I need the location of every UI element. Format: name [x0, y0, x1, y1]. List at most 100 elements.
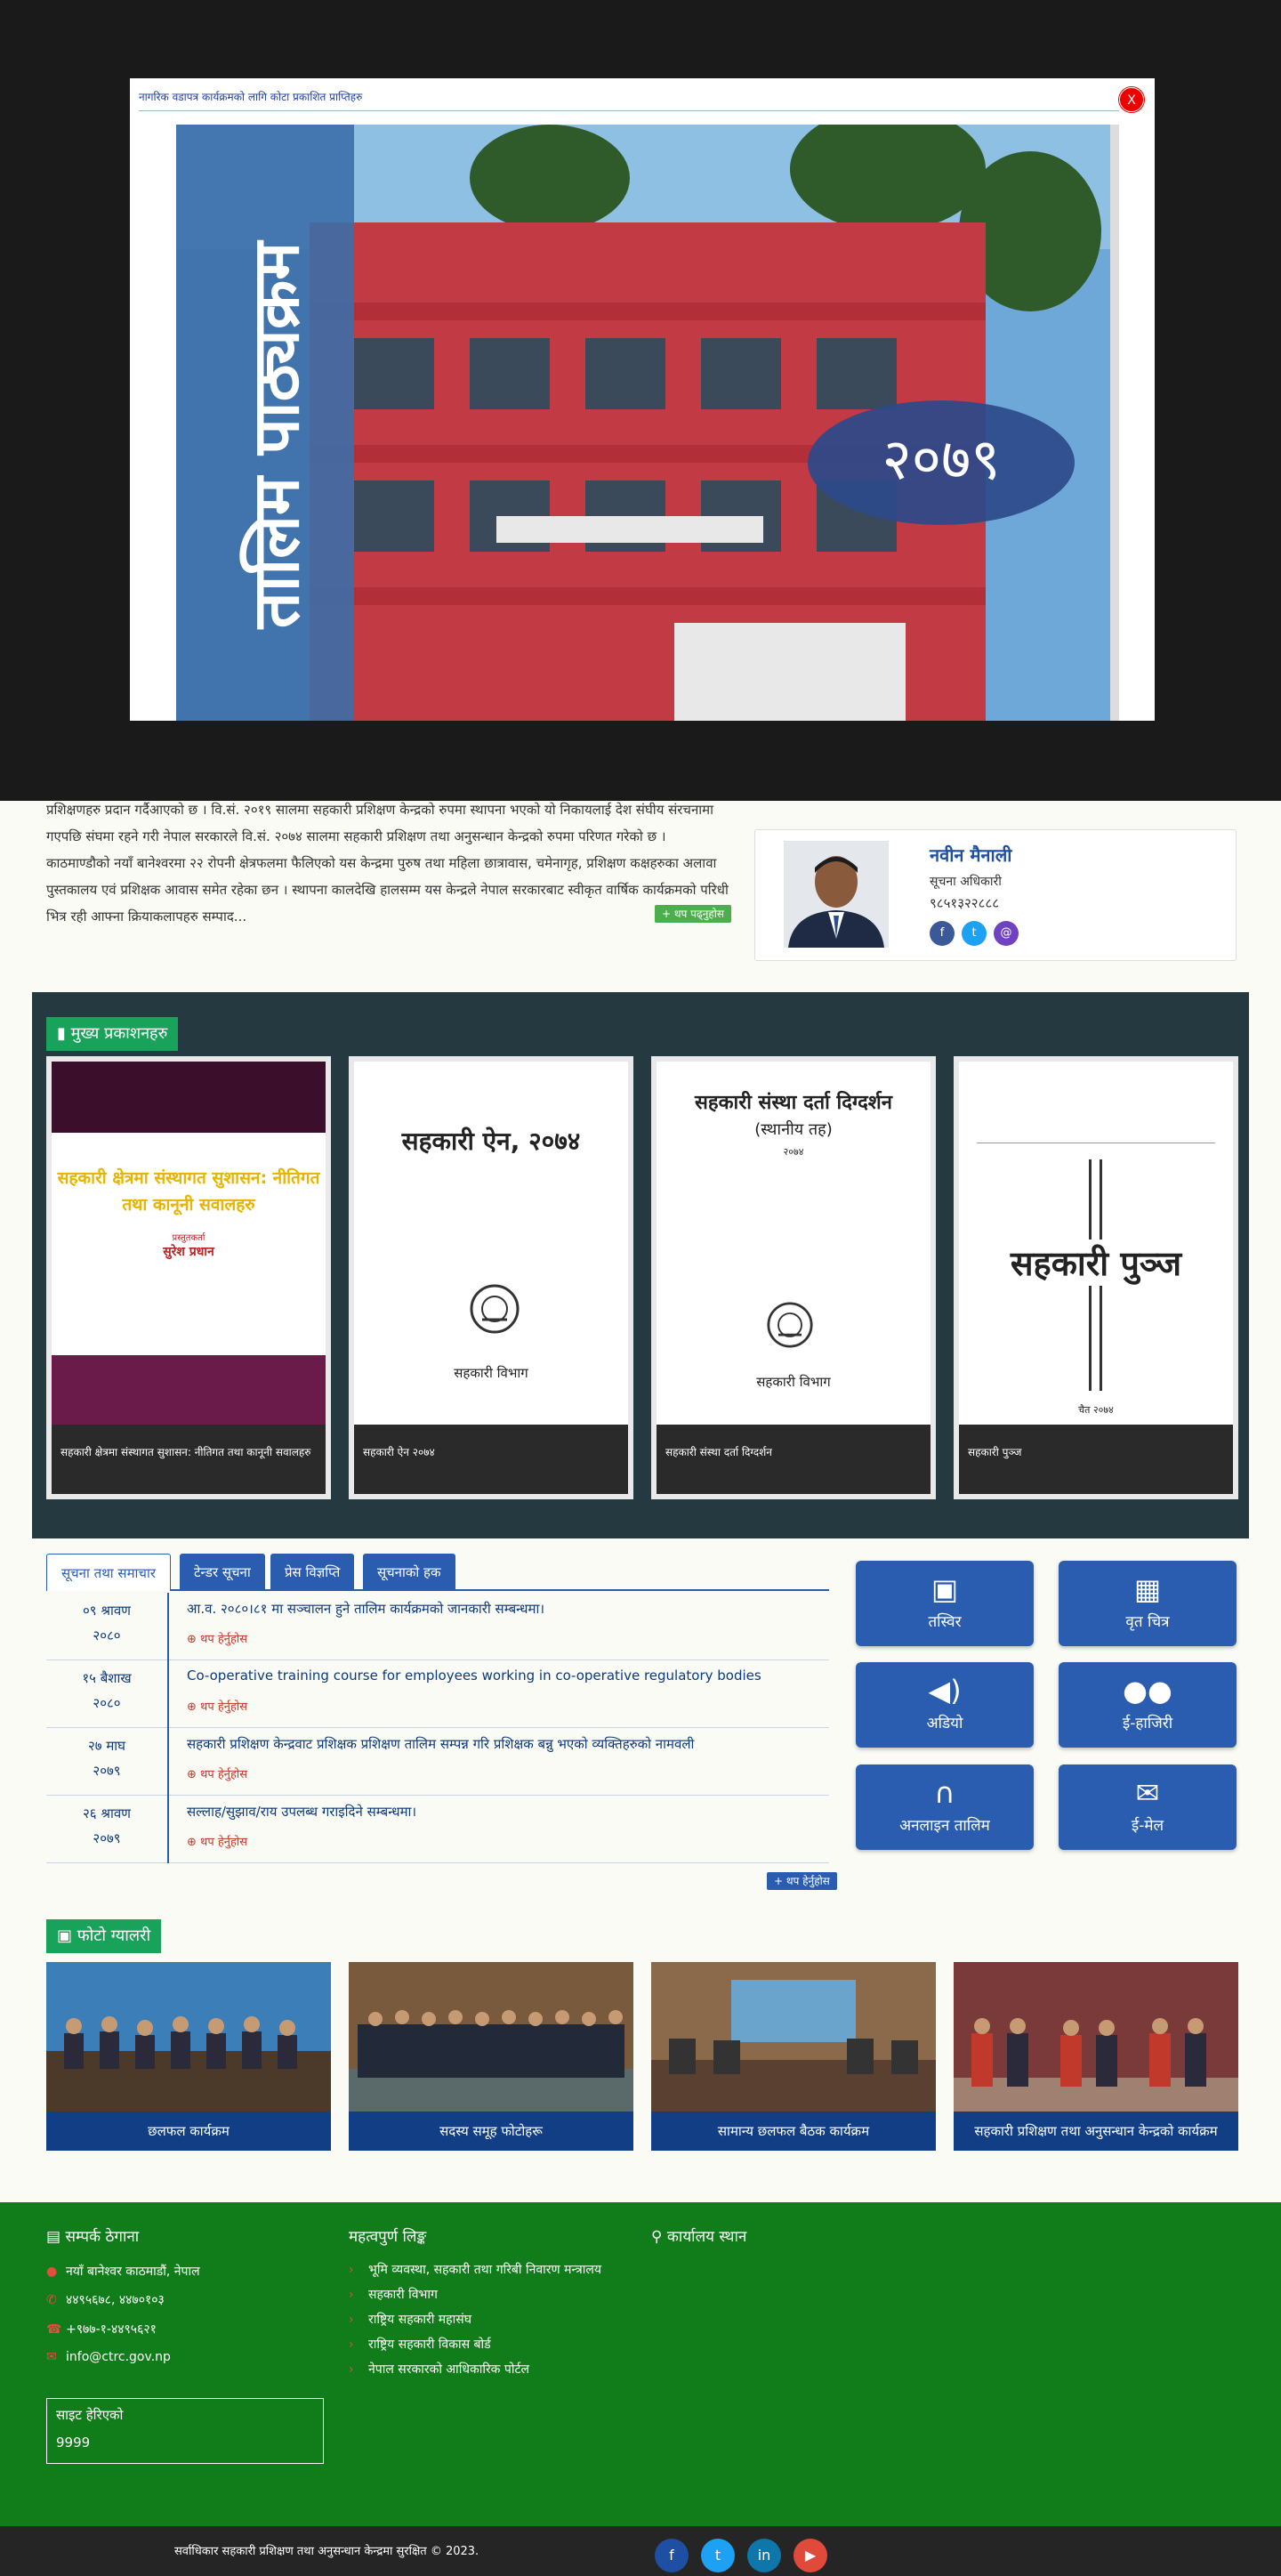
officer-role: सूचना अधिकारी: [930, 875, 1002, 889]
nepal-emblem-icon: [767, 1302, 813, 1348]
officer-phone: ९८५१३२२८८८: [930, 895, 1000, 911]
cover-subtitle: (स्थानीय तह): [754, 1120, 833, 1139]
bottom-bar: सर्वाधिकार सहकारी प्रशिक्षण तथा अनुसन्धा…: [0, 2526, 1281, 2576]
publication-card[interactable]: सहकारी संस्था दर्ता दिग्दर्शन (स्थानीय त…: [651, 1056, 936, 1499]
visits-count: 9999: [56, 2435, 91, 2451]
cover-subtitle: प्रस्तुतकर्ता: [172, 1233, 205, 1243]
gallery-heading: ▣ फोटो ग्यालरी: [46, 1919, 162, 1953]
photo-link-button[interactable]: ▣ तस्विर: [856, 1561, 1034, 1646]
cover-author: सुरेश प्रधान: [163, 1245, 214, 1259]
email-icon[interactable]: @: [994, 921, 1019, 946]
news-more-link[interactable]: ⊕ थप हेर्नुहोस: [187, 1765, 247, 1781]
news-more-link[interactable]: ⊕ थप हेर्नुहोस: [187, 1630, 247, 1646]
publication-cover: सहकारी पुञ्ज चैत २०७४: [959, 1062, 1233, 1430]
audio-link-button[interactable]: ◀) अडियो: [856, 1662, 1034, 1748]
news-item: १५ बैशाख २०८० Co-operative training cours…: [46, 1660, 829, 1728]
officer-name[interactable]: नवीन मैनाली: [930, 843, 1011, 867]
news-more-button[interactable]: + थप हेर्नुहोस: [767, 1872, 837, 1890]
image-icon: ▣: [57, 1926, 73, 1945]
cover-org: सहकारी विभाग: [454, 1365, 528, 1381]
online-training-button[interactable]: ∩ अनलाइन तालिम: [856, 1764, 1034, 1850]
visits-label: साइट हेरिएको: [56, 2407, 124, 2423]
email-link-button[interactable]: ✉ ई-मेल: [1059, 1764, 1237, 1850]
tab-tender[interactable]: टेन्डर सूचना: [180, 1554, 265, 1591]
links-heading: महत्वपुर्ण लिङ्क: [349, 2228, 427, 2246]
publications-heading: ▮ मुख्य प्रकाशनहरु: [46, 1017, 179, 1051]
gallery-photo: [954, 1962, 1238, 2112]
gallery-caption: सामान्य छलफल बैठक कार्यक्रम: [651, 2112, 936, 2151]
map-icon: ▤: [46, 2228, 61, 2246]
gallery-caption: सहकारी प्रशिक्षण तथा अनुसन्धान केन्द्रको…: [954, 2112, 1238, 2151]
news-item: २६ श्रावण २०७९ सल्लाह/सुझाव/राय उपलब्ध गर…: [46, 1796, 829, 1863]
footer-link[interactable]: › नेपाल सरकारको आधिकारिक पोर्टल: [349, 2361, 529, 2378]
nepal-emblem-icon: [470, 1284, 520, 1334]
gallery-item[interactable]: सामान्य छलफल बैठक कार्यक्रम: [651, 1962, 936, 2151]
modal-divider: [139, 110, 1119, 111]
poster-title-text: तालिम पाठ्यक्रम: [238, 241, 313, 629]
site-footer: ▤ सम्पर्क ठेगाना ● नयाँ बानेश्वर काठमाडौं…: [0, 2202, 1281, 2526]
news-more-link[interactable]: ⊕ थप हेर्नुहोस: [187, 1833, 247, 1849]
publication-caption: सहकारी क्षेत्रमा संस्थागत सुशासन: नीतिगत…: [52, 1425, 326, 1494]
publication-card[interactable]: सहकारी ऐन, २०७४ सहकारी विभाग सहकारी ऐन २…: [349, 1056, 633, 1499]
gallery-item[interactable]: छलफल कार्यक्रम: [46, 1962, 331, 2151]
email-line[interactable]: ✉ info@ctrc.gov.np: [46, 2350, 171, 2364]
linkedin-icon[interactable]: in: [747, 2539, 781, 2572]
facebook-icon[interactable]: f: [655, 2539, 689, 2572]
tab-press[interactable]: प्रेस विज्ञप्ति: [270, 1554, 355, 1591]
footer-link[interactable]: › राष्ट्रिय सहकारी महासंघ: [349, 2311, 471, 2328]
notice-modal: नागरिक वडापत्र कार्यक्रमको लागि कोटा प्र…: [130, 78, 1155, 721]
office-heading: ⚲ कार्यालय स्थान: [651, 2228, 747, 2246]
tab-news[interactable]: सूचना तथा समाचार: [46, 1554, 171, 1591]
gallery-caption: सदस्य समूह फोटोहरू: [349, 2112, 633, 2151]
gallery-photo: [349, 1962, 633, 2112]
headphones-icon: ∩: [934, 1776, 955, 1810]
news-date: २७ माघ २०७९: [46, 1728, 169, 1796]
twitter-icon[interactable]: t: [962, 921, 987, 946]
audio-icon: ◀): [928, 1674, 962, 1708]
publications-section: ▮ मुख्य प्रकाशनहरु सहकारी क्षेत्रमा संस्…: [32, 992, 1249, 1538]
image-icon: ▣: [931, 1572, 959, 1606]
address-line: ● नयाँ बानेश्वर काठमाडौं, नेपाल: [46, 2265, 200, 2279]
visit-counter: साइट हेरिएको 9999: [46, 2398, 324, 2464]
news-tabs: सूचना तथा समाचार टेन्डर सूचना प्रेस विज्…: [46, 1554, 829, 1591]
envelope-icon: ✉: [46, 2350, 57, 2364]
map-marker-icon: ⚲: [651, 2228, 663, 2246]
mail-icon: ✉: [1135, 1776, 1160, 1810]
news-date: ०९ श्रावण २०८०: [46, 1593, 169, 1660]
poster-year-text: २०७९: [882, 427, 1001, 493]
publication-cover: सहकारी ऐन, २०७४ सहकारी विभाग: [354, 1062, 628, 1430]
publication-card[interactable]: सहकारी पुञ्ज चैत २०७४ सहकारी पुञ्ज: [954, 1056, 1238, 1499]
contact-heading: ▤ सम्पर्क ठेगाना: [46, 2228, 140, 2246]
footer-link[interactable]: › भूमि व्यवस्था, सहकारी तथा गरिबी निवारण …: [349, 2261, 601, 2278]
twitter-icon[interactable]: t: [701, 2539, 735, 2572]
publication-cover: सहकारी क्षेत्रमा संस्थागत सुशासन: नीतिगत…: [52, 1062, 326, 1430]
footer-link[interactable]: › राष्ट्रिय सहकारी विकास बोर्ड: [349, 2336, 491, 2353]
cover-org: सहकारी विभाग: [756, 1374, 831, 1390]
news-more-link[interactable]: ⊕ थप हेर्नुहोस: [187, 1698, 247, 1714]
gallery-item[interactable]: सहकारी प्रशिक्षण तथा अनुसन्धान केन्द्रको…: [954, 1962, 1238, 2151]
news-title[interactable]: आ.व. २०८०।८१ मा सञ्चालन हुने तालिम कार्य…: [187, 1600, 544, 1618]
attendance-link-button[interactable]: ●● ई-हाजिरी: [1059, 1662, 1237, 1748]
cover-date: चैत २०७४: [1078, 1404, 1114, 1416]
intro-text-block: प्रशिक्षणहरु प्रदान गर्दैआएको छ । वि.सं.…: [46, 796, 731, 930]
youtube-icon[interactable]: ▶: [794, 2539, 827, 2572]
cover-title: सहकारी पुञ्ज: [959, 1240, 1233, 1286]
news-title[interactable]: सहकारी प्रशिक्षण केन्द्रवाट प्रशिक्षक प्…: [187, 1735, 694, 1753]
gallery-photo: [46, 1962, 331, 2112]
publication-card[interactable]: सहकारी क्षेत्रमा संस्थागत सुशासन: नीतिगत…: [46, 1056, 331, 1499]
facebook-icon[interactable]: f: [930, 921, 955, 946]
footer-link[interactable]: › सहकारी विभाग: [349, 2286, 438, 2303]
cover-title: सहकारी क्षेत्रमा संस्थागत सुशासन: नीतिगत…: [57, 1168, 320, 1215]
news-title[interactable]: Co-operative training course for employe…: [187, 1668, 761, 1684]
publication-cover: सहकारी संस्था दर्ता दिग्दर्शन (स्थानीय त…: [657, 1062, 931, 1430]
news-date: २६ श्रावण २०७९: [46, 1796, 169, 1863]
cover-year: २०७४: [783, 1146, 804, 1158]
officer-photo: [784, 841, 889, 948]
close-button[interactable]: X: [1119, 87, 1144, 112]
read-more-button[interactable]: + थप पढ्नुहोस: [655, 905, 731, 923]
tab-rti[interactable]: सूचनाको हक: [363, 1554, 455, 1591]
gallery-item[interactable]: सदस्य समूह फोटोहरू: [349, 1962, 633, 2151]
fax-line: ☎ +९७७-१-४४९५६२१: [46, 2322, 157, 2337]
video-link-button[interactable]: ▦ वृत चित्र: [1059, 1561, 1237, 1646]
news-title[interactable]: सल्लाह/सुझाव/राय उपलब्ध गराइदिने सम्बन्ध…: [187, 1803, 416, 1821]
